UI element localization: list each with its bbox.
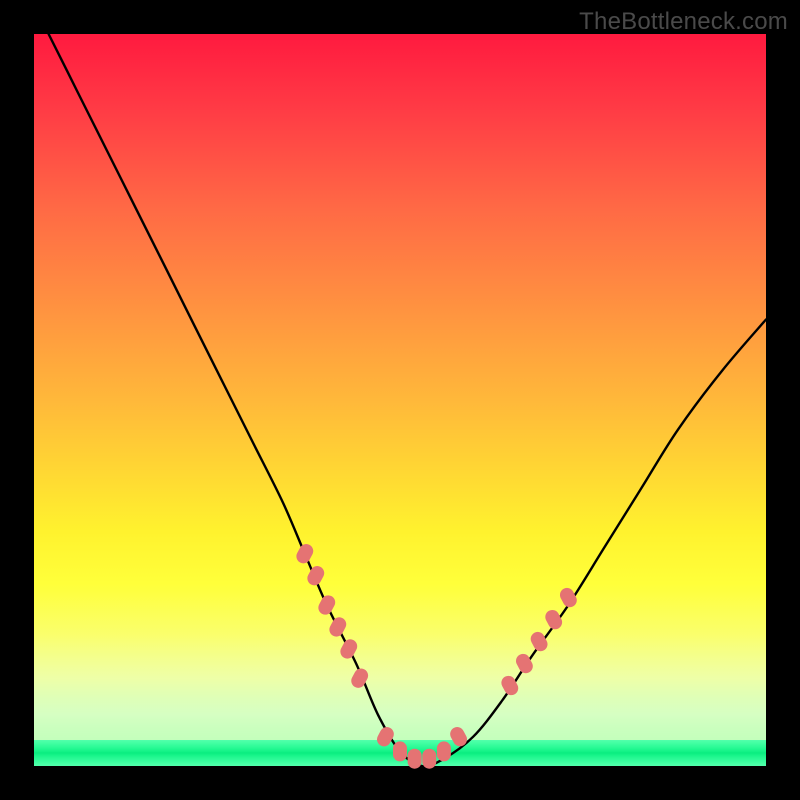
curve-marker <box>448 725 470 749</box>
curve-marker <box>437 741 451 761</box>
curve-marker <box>558 585 580 609</box>
curve-marker <box>338 637 360 661</box>
chart-frame: TheBottleneck.com <box>0 0 800 800</box>
curve-marker <box>422 749 436 769</box>
bottleneck-curve <box>34 34 766 766</box>
curve-marker <box>349 666 371 690</box>
curve-marker <box>327 615 349 639</box>
curve-marker <box>316 593 338 617</box>
curve-marker <box>375 725 397 749</box>
curve-marker <box>294 542 316 566</box>
plot-area <box>34 34 766 766</box>
curve-marker <box>543 607 565 631</box>
curve-marker <box>408 749 422 769</box>
curve-markers <box>294 542 579 769</box>
curve-path <box>49 34 766 766</box>
watermark-label: TheBottleneck.com <box>579 8 788 36</box>
curve-marker <box>305 564 327 588</box>
curve-marker <box>393 741 407 761</box>
curve-marker <box>528 629 550 653</box>
